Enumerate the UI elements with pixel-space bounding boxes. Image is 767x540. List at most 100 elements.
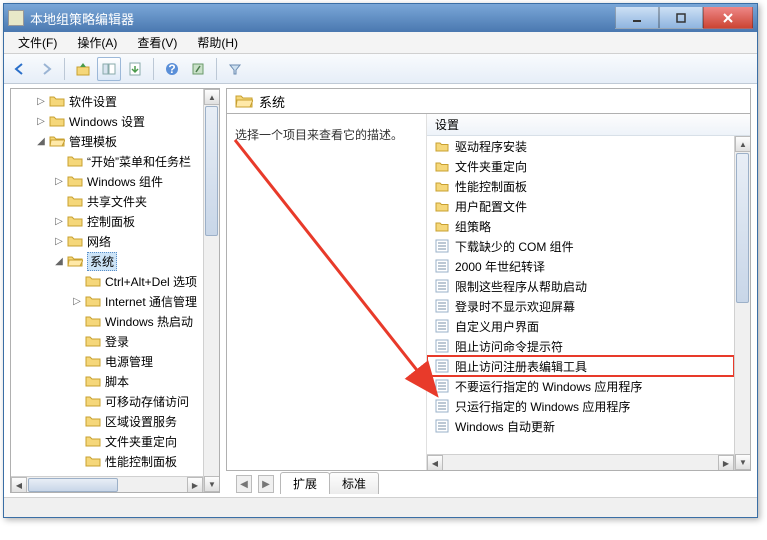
tree-item[interactable]: ◢系统: [11, 251, 203, 271]
expand-icon[interactable]: [53, 155, 65, 167]
list-scroll-h[interactable]: ◀ ▶: [427, 454, 734, 470]
scroll-left-icon[interactable]: ◀: [11, 477, 27, 493]
menu-view[interactable]: 查看(V): [127, 31, 187, 54]
expand-icon[interactable]: [71, 315, 83, 327]
list-item[interactable]: 2000 年世纪转译: [427, 256, 734, 276]
tab-scroll-right[interactable]: ▶: [258, 475, 274, 493]
list-item[interactable]: 组策略: [427, 216, 734, 236]
list-header-settings[interactable]: 设置: [427, 114, 750, 136]
expand-icon[interactable]: [71, 375, 83, 387]
list-item-label: 阻止访问注册表编辑工具: [455, 358, 587, 375]
expand-icon[interactable]: [53, 195, 65, 207]
list-item-label: 下载缺少的 COM 组件: [455, 238, 574, 255]
expand-icon[interactable]: [71, 275, 83, 287]
help-button[interactable]: ?: [160, 57, 184, 81]
expand-icon[interactable]: [71, 395, 83, 407]
expand-icon[interactable]: ▷: [53, 215, 65, 227]
list-item[interactable]: 自定义用户界面: [427, 316, 734, 336]
tree-item[interactable]: ◢管理模板: [11, 131, 203, 151]
tree-item[interactable]: ▷Windows 组件: [11, 171, 203, 191]
minimize-button[interactable]: [615, 7, 659, 29]
list-item[interactable]: 限制这些程序从帮助启动: [427, 276, 734, 296]
tree-item[interactable]: “开始”菜单和任务栏: [11, 151, 203, 171]
expand-icon[interactable]: ▷: [53, 235, 65, 247]
tree-item[interactable]: 性能控制面板: [11, 451, 203, 471]
tab-standard[interactable]: 标准: [329, 472, 379, 494]
list-item[interactable]: 登录时不显示欢迎屏幕: [427, 296, 734, 316]
list-item[interactable]: 不要运行指定的 Windows 应用程序: [427, 376, 734, 396]
tree-item-label: 区域设置服务: [105, 413, 177, 430]
scroll-right-icon[interactable]: ▶: [187, 477, 203, 493]
close-button[interactable]: [703, 7, 753, 29]
scroll-down-icon[interactable]: ▼: [204, 476, 220, 492]
list-item[interactable]: 用户配置文件: [427, 196, 734, 216]
tree-item[interactable]: 脚本: [11, 371, 203, 391]
list-item-label: 阻止访问命令提示符: [455, 338, 563, 355]
tree-item[interactable]: 登录: [11, 331, 203, 351]
list-item[interactable]: 性能控制面板: [427, 176, 734, 196]
expand-icon[interactable]: [71, 335, 83, 347]
tree-item[interactable]: 电源管理: [11, 351, 203, 371]
tree-item[interactable]: Windows 热启动: [11, 311, 203, 331]
list-item[interactable]: 下载缺少的 COM 组件: [427, 236, 734, 256]
list-item[interactable]: 只运行指定的 Windows 应用程序: [427, 396, 734, 416]
tree-item[interactable]: 区域设置服务: [11, 411, 203, 431]
expand-icon[interactable]: [71, 435, 83, 447]
list-scroll-v[interactable]: ▲ ▼: [734, 136, 750, 470]
list-item[interactable]: Windows 自动更新: [427, 416, 734, 436]
list-item[interactable]: 文件夹重定向: [427, 156, 734, 176]
expand-icon[interactable]: ▷: [35, 115, 47, 127]
up-folder-button[interactable]: [71, 57, 95, 81]
menu-help[interactable]: 帮助(H): [187, 31, 248, 54]
tree-item[interactable]: ▷Windows 设置: [11, 111, 203, 131]
list-item[interactable]: 驱动程序安装: [427, 136, 734, 156]
filter-button[interactable]: [223, 57, 247, 81]
expand-icon[interactable]: ▷: [71, 295, 83, 307]
menu-action[interactable]: 操作(A): [67, 31, 127, 54]
tree-scroll-h[interactable]: ◀ ▶: [11, 476, 203, 492]
back-button[interactable]: [8, 57, 32, 81]
scroll-thumb[interactable]: [205, 106, 218, 236]
show-tree-button[interactable]: [97, 57, 121, 81]
maximize-button[interactable]: [659, 7, 703, 29]
scroll-up-icon[interactable]: ▲: [204, 89, 220, 105]
tree-view[interactable]: ▷软件设置▷Windows 设置◢管理模板“开始”菜单和任务栏▷Windows …: [11, 89, 203, 473]
export-list-button[interactable]: [123, 57, 147, 81]
list-item[interactable]: 阻止访问注册表编辑工具: [427, 356, 734, 376]
tree-item-label: 软件设置: [69, 93, 117, 110]
expand-icon[interactable]: ◢: [53, 255, 65, 267]
scroll-thumb[interactable]: [28, 478, 118, 492]
tree-item[interactable]: 文件夹重定向: [11, 431, 203, 451]
tab-scroll-left[interactable]: ◀: [236, 475, 252, 493]
tree-item[interactable]: ▷控制面板: [11, 211, 203, 231]
list-body[interactable]: 驱动程序安装文件夹重定向性能控制面板用户配置文件组策略下载缺少的 COM 组件 2…: [427, 136, 734, 454]
tree-item[interactable]: 可移动存储访问: [11, 391, 203, 411]
expand-icon[interactable]: ◢: [35, 135, 47, 147]
tab-extended[interactable]: 扩展: [280, 472, 330, 494]
properties-button[interactable]: [186, 57, 210, 81]
toolbar-separator: [216, 58, 217, 80]
forward-button[interactable]: [34, 57, 58, 81]
expand-icon[interactable]: [71, 455, 83, 467]
expand-icon[interactable]: [71, 415, 83, 427]
list-item[interactable]: 阻止访问命令提示符: [427, 336, 734, 356]
scroll-left-icon[interactable]: ◀: [427, 455, 443, 470]
list-item-label: 2000 年世纪转译: [455, 258, 545, 275]
scroll-thumb[interactable]: [736, 153, 749, 303]
scroll-down-icon[interactable]: ▼: [735, 454, 750, 470]
toolbar: ?: [4, 54, 757, 84]
tree-item[interactable]: ▷ 软件设置: [11, 91, 203, 111]
expand-icon[interactable]: ▷: [53, 175, 65, 187]
expand-icon[interactable]: ▷: [35, 95, 47, 107]
scroll-up-icon[interactable]: ▲: [735, 136, 750, 152]
menu-file[interactable]: 文件(F): [8, 31, 67, 54]
expand-icon[interactable]: [71, 355, 83, 367]
tree-scroll-v[interactable]: ▲ ▼: [203, 89, 219, 492]
list-item-label: 组策略: [455, 218, 491, 235]
scroll-right-icon[interactable]: ▶: [718, 455, 734, 470]
tree-item[interactable]: 共享文件夹: [11, 191, 203, 211]
tree-item[interactable]: ▷Internet 通信管理: [11, 291, 203, 311]
tree-item[interactable]: ▷网络: [11, 231, 203, 251]
tree-item-label: Windows 热启动: [105, 313, 193, 330]
tree-item[interactable]: Ctrl+Alt+Del 选项: [11, 271, 203, 291]
